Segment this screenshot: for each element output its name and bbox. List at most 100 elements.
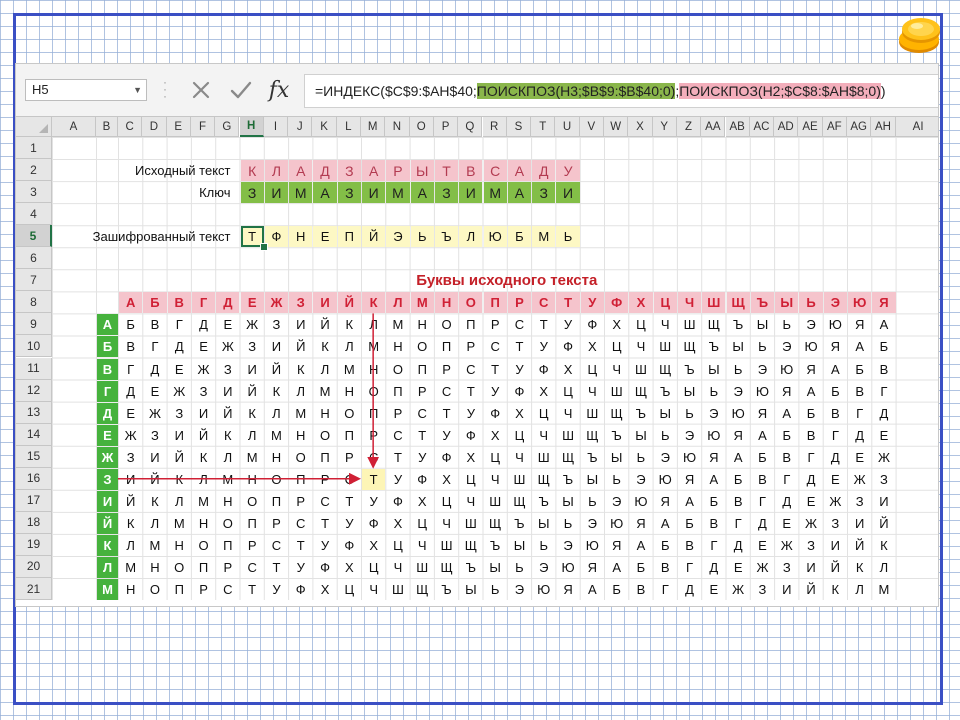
row-header-21[interactable]: 21 bbox=[16, 578, 52, 601]
table-cell[interactable]: Н bbox=[313, 403, 336, 424]
table-cell[interactable]: Д bbox=[751, 513, 774, 534]
table-cell[interactable]: Т bbox=[508, 336, 531, 357]
key-letter-cell[interactable]: М bbox=[289, 182, 313, 204]
table-cell[interactable]: С bbox=[289, 513, 312, 534]
table-cell[interactable]: Н bbox=[386, 336, 409, 357]
table-cell[interactable]: Ч bbox=[508, 447, 531, 468]
table-cell[interactable]: Ъ bbox=[629, 403, 652, 424]
table-cell[interactable]: Н bbox=[216, 491, 239, 512]
table-cell[interactable]: Ъ bbox=[532, 491, 555, 512]
table-cell[interactable]: Ъ bbox=[654, 381, 677, 402]
table-cell[interactable]: З bbox=[265, 314, 288, 335]
column-header-u[interactable]: U bbox=[555, 117, 580, 137]
source-letter-cell[interactable]: В bbox=[459, 160, 483, 182]
key-column-cell[interactable]: М bbox=[97, 579, 118, 601]
table-cell[interactable]: Х bbox=[435, 469, 458, 490]
table-cell[interactable]: Ц bbox=[605, 336, 628, 357]
table-cell[interactable]: М bbox=[168, 513, 191, 534]
table-cell[interactable]: Р bbox=[459, 336, 482, 357]
table-cell[interactable]: Ц bbox=[435, 491, 458, 512]
table-cell[interactable]: Е bbox=[119, 403, 142, 424]
alphabet-header-cell[interactable]: О bbox=[459, 292, 483, 314]
table-cell[interactable]: Ы bbox=[678, 381, 701, 402]
table-cell[interactable]: К bbox=[241, 403, 264, 424]
table-cell[interactable]: Х bbox=[581, 336, 604, 357]
column-header-l[interactable]: L bbox=[336, 117, 361, 137]
table-cell[interactable]: К bbox=[338, 314, 361, 335]
table-cell[interactable]: Ь bbox=[605, 469, 628, 490]
table-cell[interactable]: М bbox=[338, 359, 361, 380]
table-cell[interactable]: Ш bbox=[605, 381, 628, 402]
table-cell[interactable]: Л bbox=[143, 513, 166, 534]
key-letter-cell[interactable]: А bbox=[507, 182, 532, 204]
encrypted-letter-cell[interactable]: Э bbox=[386, 226, 410, 248]
table-cell[interactable]: Б bbox=[678, 513, 701, 534]
table-cell[interactable]: Ф bbox=[581, 314, 604, 335]
encrypted-letter-cell[interactable]: Ю bbox=[483, 226, 507, 248]
table-cell[interactable]: Ж bbox=[848, 469, 871, 490]
table-cell[interactable]: П bbox=[168, 579, 191, 600]
table-cell[interactable]: Е bbox=[824, 469, 847, 490]
alphabet-header-cell[interactable]: Щ bbox=[726, 292, 750, 314]
table-cell[interactable]: Р bbox=[216, 557, 239, 578]
table-cell[interactable]: И bbox=[168, 425, 191, 446]
column-header-ae[interactable]: AE bbox=[798, 117, 823, 137]
table-cell[interactable]: Л bbox=[241, 425, 264, 446]
table-cell[interactable]: Ь bbox=[556, 513, 579, 534]
column-header-q[interactable]: Q bbox=[458, 117, 483, 137]
source-letter-cell[interactable]: Т bbox=[434, 160, 459, 182]
table-cell[interactable]: В bbox=[143, 314, 166, 335]
table-cell[interactable]: Я bbox=[556, 579, 579, 600]
table-cell[interactable]: Л bbox=[362, 314, 385, 335]
table-cell[interactable]: Ф bbox=[313, 557, 336, 578]
table-cell[interactable]: Г bbox=[872, 381, 895, 402]
table-cell[interactable]: Ж bbox=[775, 535, 798, 556]
column-header-z[interactable]: Z bbox=[676, 117, 702, 137]
table-cell[interactable]: У bbox=[556, 314, 579, 335]
table-cell[interactable]: Ф bbox=[459, 425, 482, 446]
table-cell[interactable]: Щ bbox=[484, 513, 507, 534]
table-cell[interactable]: Ю bbox=[556, 557, 579, 578]
table-cell[interactable]: А bbox=[702, 469, 725, 490]
table-cell[interactable]: Ж bbox=[241, 314, 264, 335]
table-cell[interactable]: Б bbox=[799, 403, 822, 424]
table-cell[interactable]: Х bbox=[484, 425, 507, 446]
worksheet-grid[interactable]: A B C D E F G H I J K L M N O P Q R S T U V W X Y Z AA AB AC AD AE AF AG… bbox=[16, 116, 938, 606]
source-letter-cell[interactable]: Р bbox=[386, 160, 410, 182]
table-cell[interactable]: Й bbox=[289, 336, 312, 357]
table-cell[interactable]: А bbox=[799, 381, 822, 402]
table-cell[interactable]: Э bbox=[678, 425, 701, 446]
table-cell[interactable]: Ш bbox=[556, 425, 579, 446]
table-cell[interactable]: У bbox=[362, 491, 385, 512]
insert-function-button[interactable]: fx bbox=[262, 76, 296, 104]
table-cell[interactable]: Е bbox=[775, 513, 798, 534]
table-cell[interactable]: Я bbox=[775, 381, 798, 402]
row-header-18[interactable]: 18 bbox=[16, 511, 52, 534]
table-cell[interactable]: Р bbox=[411, 381, 434, 402]
source-letter-cell[interactable]: А bbox=[507, 160, 532, 182]
table-cell[interactable]: В bbox=[872, 359, 895, 380]
table-cell[interactable]: Т bbox=[411, 425, 434, 446]
formula-input[interactable]: =ИНДЕКС($C$9:$AH$40;ПОИСКПОЗ(H3;$B$9:$B$… bbox=[304, 74, 938, 108]
table-cell[interactable]: С bbox=[241, 557, 264, 578]
table-cell[interactable]: Ч bbox=[556, 403, 579, 424]
column-header-e[interactable]: E bbox=[166, 117, 191, 137]
table-cell[interactable]: Ж bbox=[119, 425, 142, 446]
alphabet-header-cell[interactable]: Ц bbox=[653, 292, 677, 314]
key-letter-cell[interactable]: А bbox=[410, 182, 434, 204]
table-cell[interactable]: Ъ bbox=[605, 425, 628, 446]
key-column-cell[interactable]: Ж bbox=[97, 446, 118, 468]
table-cell[interactable]: Д bbox=[824, 447, 847, 468]
column-header-a[interactable]: A bbox=[52, 117, 96, 137]
table-cell[interactable]: Щ bbox=[702, 314, 725, 335]
row-header-8[interactable]: 8 bbox=[16, 291, 52, 314]
row-header-19[interactable]: 19 bbox=[16, 533, 52, 556]
alphabet-header-cell[interactable]: Г bbox=[191, 292, 216, 314]
table-cell[interactable]: О bbox=[168, 557, 191, 578]
select-all-button[interactable] bbox=[16, 117, 52, 137]
table-cell[interactable]: Б bbox=[872, 336, 895, 357]
table-cell[interactable]: Е bbox=[702, 579, 725, 600]
table-cell[interactable]: Я bbox=[654, 491, 677, 512]
row-header-14[interactable]: 14 bbox=[16, 423, 52, 446]
table-cell[interactable]: Ч bbox=[386, 557, 409, 578]
